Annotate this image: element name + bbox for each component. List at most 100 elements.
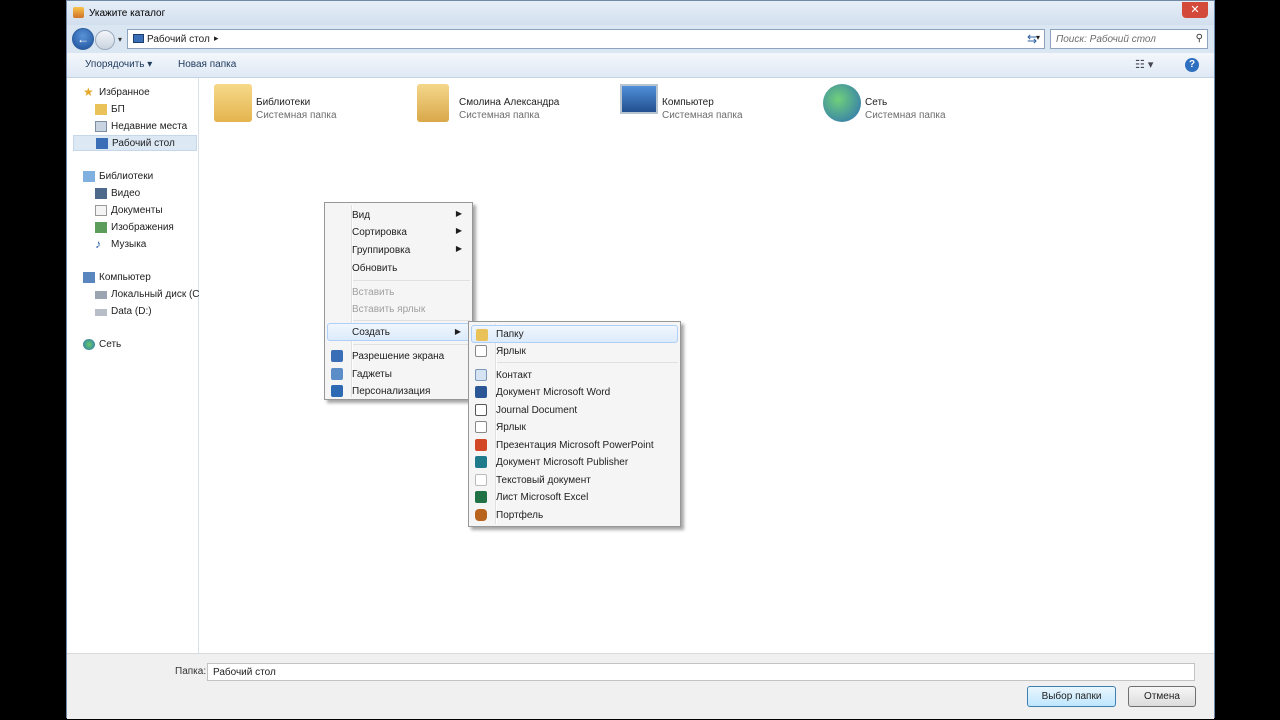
desktop-icon — [133, 34, 144, 43]
address-bar-row: ← ▾ Рабочий стол ▸ ▾ ⇆ Поиск: Рабочий ст… — [67, 25, 1214, 53]
submenu-item-publisher[interactable]: Документ Microsoft Publisher — [471, 453, 678, 471]
publisher-icon — [475, 456, 487, 468]
menu-item-label: Документ Microsoft Publisher — [496, 457, 629, 468]
submenu-item-powerpoint[interactable]: Презентация Microsoft PowerPoint — [471, 436, 678, 454]
navigation-pane: ★ Избранное БП Недавние места Рабочий ст… — [67, 78, 200, 653]
computer-icon — [83, 272, 95, 283]
submenu-item-shortcut[interactable]: Ярлык — [471, 342, 678, 360]
desktop-icon — [96, 138, 108, 149]
menu-item-label: Группировка — [352, 245, 411, 256]
shortcut-icon — [475, 345, 487, 357]
briefcase-icon — [475, 509, 487, 521]
submenu-item-shortcut-2[interactable]: Ярлык — [471, 418, 678, 436]
libraries-icon — [83, 171, 95, 182]
window-title: Укажите каталог — [89, 8, 166, 19]
address-path[interactable]: Рабочий стол — [147, 34, 210, 45]
address-field[interactable]: Рабочий стол ▸ ▾ — [127, 29, 1045, 49]
new-folder-button[interactable]: Новая папка — [178, 59, 236, 70]
menu-separator — [353, 320, 470, 321]
menu-item-label: Портфель — [496, 510, 544, 521]
menu-item-label: Вид — [352, 210, 371, 221]
menu-item-label: Текстовый документ — [496, 475, 591, 486]
excel-icon — [475, 491, 487, 503]
search-placeholder: Поиск: Рабочий стол — [1056, 34, 1156, 45]
menu-item-refresh[interactable]: Обновить — [327, 259, 470, 277]
search-input[interactable]: Поиск: Рабочий стол ⚲ — [1050, 29, 1208, 49]
folder-icon — [476, 329, 488, 341]
history-dropdown-icon[interactable]: ▾ — [118, 35, 122, 44]
menu-item-label: Презентация Microsoft PowerPoint — [496, 440, 654, 451]
tile-libraries[interactable]: Библиотеки Системная папка — [214, 84, 414, 128]
menu-item-label: Сортировка — [352, 227, 407, 238]
menu-item-label: Ярлык — [496, 422, 526, 433]
tile-user-folder[interactable]: Смолина Александра Системная папка — [417, 84, 617, 128]
forward-button[interactable] — [95, 30, 115, 50]
menu-item-view[interactable]: Вид ▶ — [327, 206, 470, 224]
menu-item-label: Гаджеты — [352, 369, 392, 380]
submenu-arrow-icon: ▶ — [454, 327, 461, 336]
create-submenu: Папку Ярлык Контакт Документ Microsoft W… — [468, 321, 681, 527]
search-icon[interactable]: ⚲ — [1196, 33, 1203, 44]
help-button[interactable]: ? — [1185, 58, 1199, 72]
tile-network[interactable]: Сеть Системная папка — [823, 84, 1023, 128]
music-icon: ♪ — [95, 237, 101, 251]
submenu-item-briefcase[interactable]: Портфель — [471, 506, 678, 524]
submenu-item-contact[interactable]: Контакт — [471, 366, 678, 384]
submenu-item-text-document[interactable]: Текстовый документ — [471, 471, 678, 489]
menu-item-gadgets[interactable]: Гаджеты — [327, 365, 470, 383]
user-folder-icon — [417, 84, 449, 122]
recent-places-icon — [95, 121, 107, 132]
folder-icon — [95, 104, 107, 115]
text-document-icon — [475, 474, 487, 486]
submenu-arrow-icon: ▶ — [455, 244, 462, 253]
star-icon: ★ — [83, 85, 94, 99]
menu-item-label: Обновить — [352, 263, 398, 274]
submenu-arrow-icon: ▶ — [455, 209, 462, 218]
menu-item-group[interactable]: Группировка ▶ — [327, 241, 470, 259]
close-button[interactable]: ✕ — [1182, 2, 1208, 18]
menu-separator — [353, 280, 470, 281]
menu-item-sort[interactable]: Сортировка ▶ — [327, 223, 470, 241]
menu-item-label: Лист Microsoft Excel — [496, 492, 589, 503]
menu-item-personalization[interactable]: Персонализация — [327, 382, 470, 400]
view-options-icon[interactable]: ☷ ▾ — [1135, 58, 1153, 71]
app-icon — [73, 7, 84, 18]
menu-item-label: Вставить ярлык — [352, 304, 426, 315]
menu-separator — [353, 344, 470, 345]
menu-item-screen-resolution[interactable]: Разрешение экрана — [327, 347, 470, 365]
contact-icon — [475, 369, 487, 381]
images-icon — [95, 222, 107, 233]
back-button[interactable]: ← — [72, 28, 94, 50]
folder-label: Папка: — [175, 666, 207, 677]
refresh-icon[interactable]: ⇆ — [1022, 29, 1042, 49]
libraries-icon — [214, 84, 252, 122]
cancel-button[interactable]: Отмена — [1128, 686, 1196, 707]
menu-item-label: Разрешение экрана — [352, 351, 445, 362]
screen-resolution-icon — [331, 350, 343, 362]
gadgets-icon — [331, 368, 343, 380]
folder-input[interactable]: Рабочий стол — [207, 663, 1195, 681]
select-folder-button[interactable]: Выбор папки — [1027, 686, 1116, 707]
sidebar-item-desktop[interactable]: Рабочий стол — [73, 135, 197, 151]
organize-button[interactable]: Упорядочить ▾ — [85, 59, 152, 70]
submenu-item-folder[interactable]: Папку — [471, 325, 678, 343]
video-icon — [95, 188, 107, 199]
menu-item-label: Контакт — [496, 370, 533, 381]
menu-item-label: Journal Document — [496, 405, 578, 416]
breadcrumb-chevron-icon[interactable]: ▸ — [214, 33, 219, 44]
network-icon — [823, 84, 861, 122]
submenu-item-excel[interactable]: Лист Microsoft Excel — [471, 488, 678, 506]
journal-document-icon — [475, 404, 487, 416]
menu-item-create[interactable]: Создать ▶ — [327, 323, 470, 341]
command-bar: Упорядочить ▾ Новая папка ☷ ▾ ? — [67, 53, 1214, 78]
submenu-item-word[interactable]: Документ Microsoft Word — [471, 383, 678, 401]
dialog-footer: Папка: Рабочий стол Выбор папки Отмена — [67, 653, 1214, 719]
menu-item-label: Вставить — [352, 287, 395, 298]
documents-icon — [95, 205, 107, 216]
submenu-item-journal[interactable]: Journal Document — [471, 401, 678, 419]
tile-computer[interactable]: Компьютер Системная папка — [620, 84, 820, 128]
drive-icon — [95, 309, 107, 316]
menu-item-label: Персонализация — [352, 386, 431, 397]
folder-value[interactable]: Рабочий стол — [213, 667, 276, 678]
context-menu: Вид ▶ Сортировка ▶ Группировка ▶ Обновить В… — [324, 202, 473, 400]
